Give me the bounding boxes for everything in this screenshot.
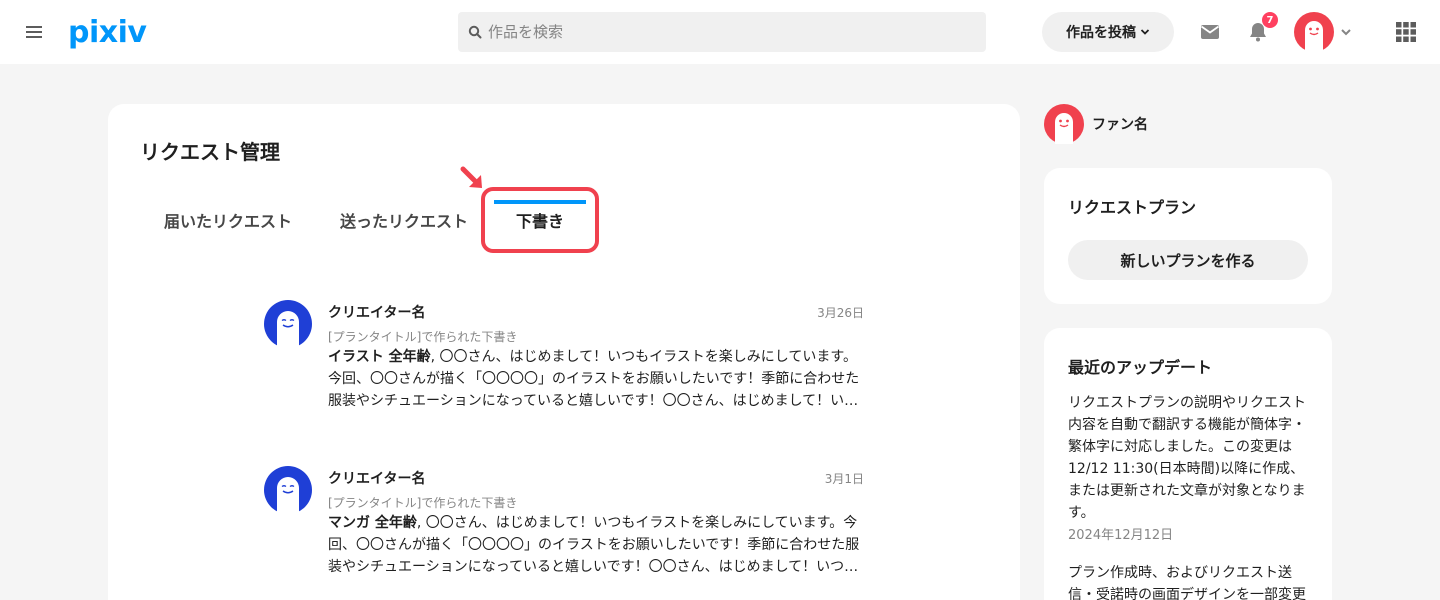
request-tag: イラスト 全年齢: [328, 349, 431, 365]
pointer-arrow-icon: [460, 166, 482, 188]
top-header: pixiv 作品を投稿 7: [0, 0, 1440, 64]
plan-title: [プランタイトル]で作られた下書き: [328, 496, 518, 510]
creator-avatar: [264, 300, 312, 348]
plan-title: [プランタイトル]で作られた下書き: [328, 330, 518, 344]
list-item[interactable]: クリエイター名 3月1日 [プランタイトル]で作られた下書き マンガ 全年齢, …: [264, 466, 864, 586]
pixiv-logo[interactable]: pixiv: [68, 12, 147, 52]
fan-avatar: [1044, 104, 1084, 144]
updates-title: 最近のアップデート: [1068, 358, 1213, 377]
update-text: リクエストプランの説明やリクエスト内容を自動で翻訳する機能が簡体字・繁体字に対応…: [1068, 395, 1306, 521]
fan-profile[interactable]: ファン名: [1044, 104, 1148, 144]
creator-avatar: [264, 466, 312, 514]
page-title: リクエスト管理: [140, 140, 280, 164]
request-tag: マンガ 全年齢: [328, 515, 417, 531]
search-box[interactable]: [458, 12, 986, 52]
chevron-down-icon: [1140, 29, 1150, 35]
fan-name: ファン名: [1092, 117, 1148, 133]
chevron-down-icon[interactable]: [1340, 26, 1352, 38]
update-text: プラン作成時、およびリクエスト送信・受諾時の画面デザインを一部変更: [1068, 565, 1306, 600]
request-body: マンガ 全年齢, 〇〇さん、はじめまして！いつもイラストを楽しみにしています。今…: [328, 512, 864, 578]
tab-received[interactable]: 届いたリクエスト: [148, 200, 308, 240]
update-date: 2024年12月12日: [1068, 528, 1174, 543]
request-date: 3月26日: [817, 306, 864, 320]
search-icon: [468, 25, 482, 39]
search-input[interactable]: [488, 23, 968, 41]
mail-icon[interactable]: [1198, 20, 1222, 44]
tab-draft-label: 下書き: [515, 212, 564, 231]
creator-name: クリエイター名: [328, 471, 426, 487]
active-tab-indicator: [494, 200, 586, 204]
notification-badge: 7: [1262, 12, 1278, 28]
request-date: 3月1日: [824, 472, 864, 486]
list-item[interactable]: クリエイター名 3月26日 [プランタイトル]で作られた下書き イラスト 全年齢…: [264, 300, 864, 420]
user-avatar[interactable]: [1294, 12, 1334, 52]
updates-card: 最近のアップデート リクエストプランの説明やリクエスト内容を自動で翻訳する機能が…: [1044, 328, 1332, 600]
tab-sent[interactable]: 送ったリクエスト: [324, 200, 484, 240]
post-work-label: 作品を投稿: [1066, 25, 1136, 41]
tab-draft[interactable]: 下書き: [494, 200, 586, 240]
grid-icon[interactable]: [1396, 22, 1416, 42]
post-work-button[interactable]: 作品を投稿: [1042, 12, 1174, 52]
plan-card-title: リクエストプラン: [1068, 198, 1197, 217]
creator-name: クリエイター名: [328, 305, 426, 321]
menu-icon[interactable]: [24, 22, 44, 42]
request-body: イラスト 全年齢, 〇〇さん、はじめまして！いつもイラストを楽しみにしています。…: [328, 346, 864, 412]
request-plan-card: リクエストプラン 新しいプランを作る: [1044, 168, 1332, 304]
request-management-card: リクエスト管理 届いたリクエスト 送ったリクエスト 下書き クリエイター名 3月…: [108, 104, 1020, 600]
new-plan-button[interactable]: 新しいプランを作る: [1068, 240, 1308, 280]
